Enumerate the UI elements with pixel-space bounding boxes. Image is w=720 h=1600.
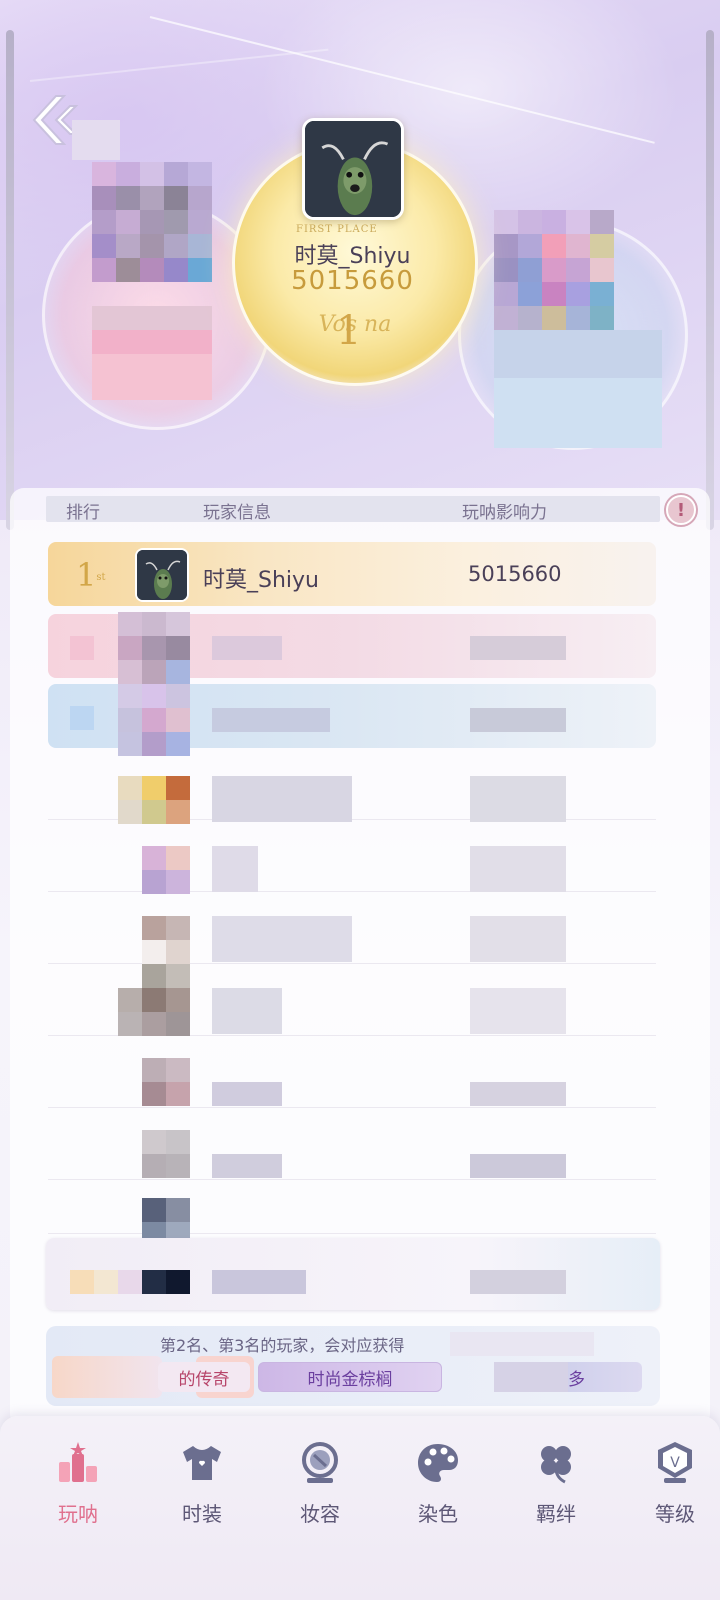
flower-decoration	[52, 1356, 162, 1398]
palette-icon	[418, 1444, 458, 1482]
level-badge-icon: V	[658, 1442, 692, 1483]
table-row[interactable]	[48, 1170, 656, 1234]
shirt-icon	[183, 1446, 221, 1480]
reward-description: 第2名、第3名的玩家，会对应获得	[160, 1336, 405, 1355]
nav-item-dye[interactable]: 染色	[393, 1440, 483, 1540]
reward-chip-gold-palm[interactable]: 时尚金棕榈	[258, 1362, 442, 1392]
header-rank: 排行	[66, 503, 100, 523]
first-place-rank-number: 1	[336, 308, 362, 354]
player-name: 时莫_Shiyu	[203, 568, 319, 593]
clover-icon	[541, 1446, 571, 1484]
info-icon[interactable]: !	[666, 495, 696, 525]
nav-label: 染色	[418, 1502, 458, 1526]
podium-icon	[59, 1442, 97, 1482]
nav-item-fashion[interactable]: 时装	[157, 1440, 247, 1540]
first-place-score: 5015660	[291, 266, 414, 296]
row-rank: 1st	[76, 556, 106, 594]
nav-item-wanna[interactable]: 玩呐	[33, 1440, 123, 1540]
nav-label: 羁绊	[536, 1502, 576, 1526]
rank-suffix: st	[96, 572, 106, 583]
mirror-icon	[302, 1442, 338, 1483]
avatar-image	[305, 121, 401, 217]
header-influence: 玩呐影响力	[462, 503, 547, 523]
rank-number: 1	[76, 556, 97, 594]
player-score: 5015660	[468, 562, 562, 586]
table-header: 排行 玩家信息 玩呐影响力	[46, 496, 660, 523]
svg-text:V: V	[670, 1455, 680, 1471]
nav-label: 时装	[182, 1502, 222, 1526]
avatar-image	[137, 550, 187, 600]
nav-label: 玩呐	[58, 1502, 98, 1526]
nav-item-bond[interactable]: 羁绊	[511, 1440, 601, 1540]
avatar[interactable]	[135, 548, 189, 602]
nav-item-makeup[interactable]: 妆容	[275, 1440, 365, 1540]
first-place-avatar[interactable]	[302, 118, 404, 220]
nav-label: 等级	[655, 1502, 695, 1526]
nav-label: 妆容	[300, 1502, 340, 1526]
reward-chip-legend[interactable]: 的传奇	[158, 1362, 250, 1392]
frame-left-border	[6, 30, 14, 530]
first-place-tag: FIRST PLACE	[296, 224, 378, 235]
nav-item-level[interactable]: V 等级	[630, 1440, 720, 1540]
header-player-info: 玩家信息	[203, 503, 271, 523]
frame-right-border	[706, 30, 714, 530]
